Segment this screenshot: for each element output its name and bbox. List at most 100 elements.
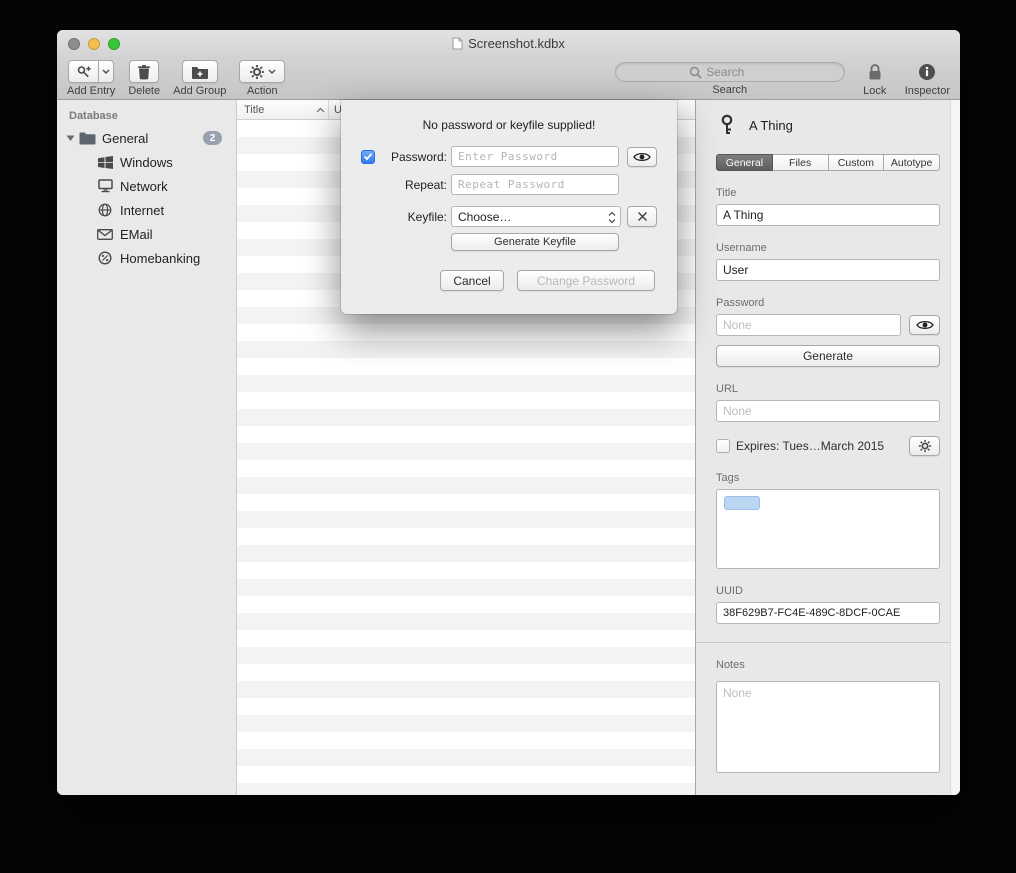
- sidebar-group-general[interactable]: General 2: [57, 126, 236, 150]
- inspector-label: Inspector: [905, 85, 950, 97]
- password-field[interactable]: [716, 314, 901, 336]
- sort-ascending-icon: [316, 107, 325, 113]
- monitor-icon: [96, 179, 114, 193]
- window-title: Screenshot.kdbx: [468, 36, 565, 51]
- eye-icon: [633, 151, 651, 163]
- keyfile-row: Keyfile: Choose…: [361, 206, 657, 227]
- windows-icon: [96, 156, 114, 169]
- sidebar-item-label: Windows: [120, 155, 173, 170]
- app-window: Screenshot.kdbx: [57, 30, 960, 795]
- tag-token[interactable]: [724, 496, 760, 510]
- key-icon: [716, 114, 738, 136]
- action-button[interactable]: [239, 60, 285, 83]
- toolbar-right-group: Search Lock Inspec: [615, 60, 950, 97]
- tab-general[interactable]: General: [716, 154, 773, 171]
- gear-icon: [249, 64, 265, 80]
- reveal-password-button[interactable]: [627, 147, 657, 167]
- document-icon: [452, 37, 463, 50]
- search-toolbar-item: Search: [615, 60, 845, 96]
- generate-keyfile-button[interactable]: Generate Keyfile: [451, 233, 619, 251]
- eye-icon: [916, 319, 934, 331]
- gear-icon: [918, 439, 932, 453]
- sidebar-item-homebanking[interactable]: Homebanking: [57, 246, 236, 270]
- add-entry-button[interactable]: [68, 60, 99, 83]
- expires-settings-button[interactable]: [909, 436, 940, 456]
- repeat-row: Repeat:: [361, 174, 657, 195]
- sidebar-item-email[interactable]: EMail: [57, 222, 236, 246]
- notes-field[interactable]: [716, 681, 940, 773]
- toolbar-left-group: Add Entry Delete A: [67, 60, 285, 97]
- password-label: Password:: [391, 150, 447, 164]
- tags-field-label: Tags: [716, 472, 940, 484]
- change-password-button[interactable]: Change Password: [517, 270, 655, 291]
- column-title-label: Title: [244, 104, 264, 116]
- delete-label: Delete: [128, 85, 160, 97]
- password-checkbox[interactable]: [361, 150, 375, 164]
- globe-icon: [96, 203, 114, 217]
- search-field[interactable]: [615, 62, 845, 82]
- expires-row: Expires: Tues…March 2015: [716, 436, 940, 456]
- check-icon: [363, 152, 373, 161]
- dialog-message: No password or keyfile supplied!: [341, 118, 677, 132]
- repeat-label: Repeat:: [405, 178, 447, 192]
- tab-autotype[interactable]: Autotype: [884, 154, 940, 171]
- percent-coin-icon: [96, 251, 114, 265]
- change-password-dialog: No password or keyfile supplied! Passwor…: [341, 100, 677, 314]
- titlebar: Screenshot.kdbx: [57, 30, 960, 57]
- password-row: Password:: [361, 146, 657, 167]
- add-entry-toolbar-item: Add Entry: [67, 60, 115, 97]
- add-entry-dropdown-button[interactable]: [98, 60, 114, 83]
- entry-count-badge: 2: [203, 131, 222, 145]
- expires-checkbox[interactable]: [716, 439, 730, 453]
- dialog-actions: Cancel Change Password: [440, 270, 655, 291]
- sidebar-group-label: General: [102, 131, 148, 146]
- keyfile-value: Choose…: [458, 210, 511, 224]
- inspector-button[interactable]: [912, 60, 942, 83]
- envelope-icon: [96, 229, 114, 240]
- sidebar-item-internet[interactable]: Internet: [57, 198, 236, 222]
- repeat-password-input[interactable]: [451, 174, 619, 195]
- column-header-title[interactable]: Title: [237, 100, 328, 119]
- inspector-scrollbar[interactable]: [950, 100, 960, 795]
- action-toolbar-item: Action: [239, 60, 285, 97]
- title-field[interactable]: [716, 204, 940, 226]
- expires-label: Expires: Tues…March 2015: [736, 439, 903, 453]
- uuid-field[interactable]: [716, 602, 940, 624]
- key-plus-icon: [76, 64, 92, 80]
- username-field-label: Username: [716, 242, 940, 254]
- search-icon: [689, 66, 702, 79]
- username-field[interactable]: [716, 259, 940, 281]
- lock-label: Lock: [863, 85, 886, 97]
- search-input[interactable]: [706, 65, 770, 79]
- disclosure-triangle-icon[interactable]: [65, 134, 75, 142]
- cancel-button[interactable]: Cancel: [440, 270, 504, 291]
- sidebar-item-windows[interactable]: Windows: [57, 150, 236, 174]
- url-field[interactable]: [716, 400, 940, 422]
- keyfile-label: Keyfile:: [408, 210, 447, 224]
- delete-button[interactable]: [129, 60, 159, 83]
- sidebar-item-label: Internet: [120, 203, 164, 218]
- divider: [696, 642, 960, 643]
- add-group-toolbar-item: Add Group: [173, 60, 226, 97]
- inspector-header: A Thing: [716, 113, 940, 137]
- entry-title: A Thing: [749, 118, 793, 133]
- sidebar-item-label: EMail: [120, 227, 153, 242]
- inspector-panel: A Thing General Files Custom Autotype Ti…: [695, 100, 960, 795]
- sidebar: Database General 2 Windows: [57, 100, 237, 795]
- keyfile-select[interactable]: Choose…: [451, 206, 621, 227]
- sidebar-item-network[interactable]: Network: [57, 174, 236, 198]
- sidebar-item-label: Homebanking: [120, 251, 200, 266]
- tab-files[interactable]: Files: [773, 154, 829, 171]
- inspector-tabs: General Files Custom Autotype: [716, 154, 940, 171]
- tags-box[interactable]: [716, 489, 940, 569]
- tab-custom[interactable]: Custom: [829, 154, 885, 171]
- generate-password-button[interactable]: Generate: [716, 345, 940, 367]
- enter-password-input[interactable]: [451, 146, 619, 167]
- clear-keyfile-button[interactable]: [627, 206, 657, 227]
- add-group-button[interactable]: [182, 60, 218, 83]
- sidebar-section-header: Database: [69, 110, 236, 122]
- url-field-label: URL: [716, 383, 940, 395]
- close-x-icon: [637, 211, 648, 222]
- reveal-password-button[interactable]: [909, 315, 940, 335]
- lock-button[interactable]: [860, 60, 890, 83]
